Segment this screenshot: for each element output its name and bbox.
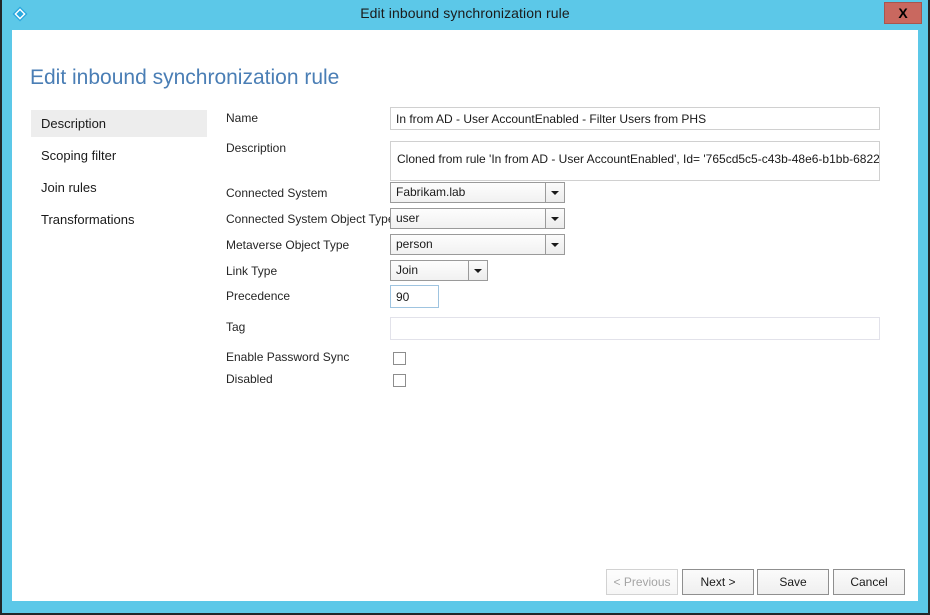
metaverse-object-type-dropdown[interactable]: person (390, 234, 565, 255)
disabled-checkbox[interactable] (393, 374, 406, 387)
cancel-button[interactable]: Cancel (833, 569, 905, 595)
connected-system-value: Fabrikam.lab (396, 185, 466, 199)
chevron-down-icon[interactable] (545, 235, 564, 254)
link-type-dropdown[interactable]: Join (390, 260, 488, 281)
connected-system-dropdown[interactable]: Fabrikam.lab (390, 182, 565, 203)
rule-form: Name Description Cloned from rule 'In fr… (12, 30, 918, 601)
tag-label: Tag (226, 320, 246, 334)
name-input[interactable] (390, 107, 880, 130)
name-label: Name (226, 111, 259, 125)
chevron-down-icon[interactable] (545, 209, 564, 228)
enable-password-sync-label: Enable Password Sync (226, 350, 350, 364)
precedence-input[interactable] (390, 285, 439, 308)
previous-button[interactable]: < Previous (606, 569, 678, 595)
window-title: Edit inbound synchronization rule (360, 5, 570, 21)
disabled-label: Disabled (226, 372, 273, 386)
save-button[interactable]: Save (757, 569, 829, 595)
close-icon[interactable]: X (884, 2, 922, 24)
title-bar: Edit inbound synchronization rule X (2, 0, 928, 28)
dialog-window: Edit inbound synchronization rule X Edit… (0, 0, 930, 615)
metaverse-object-type-label: Metaverse Object Type (226, 238, 350, 252)
connected-system-label: Connected System (226, 186, 328, 200)
link-type-value: Join (396, 263, 419, 277)
precedence-label: Precedence (226, 289, 291, 303)
chevron-down-icon[interactable] (468, 261, 487, 280)
connected-system-object-type-value: user (396, 211, 420, 225)
enable-password-sync-checkbox[interactable] (393, 352, 406, 365)
tag-input[interactable] (390, 317, 880, 340)
link-type-label: Link Type (226, 264, 278, 278)
chevron-down-icon[interactable] (545, 183, 564, 202)
metaverse-object-type-value: person (396, 237, 433, 251)
connected-system-object-type-dropdown[interactable]: user (390, 208, 565, 229)
next-button[interactable]: Next > (682, 569, 754, 595)
connected-system-object-type-label: Connected System Object Type (226, 212, 395, 226)
description-label: Description (226, 141, 287, 155)
dialog-content: Edit inbound synchronization rule Descri… (12, 30, 918, 601)
description-textarea[interactable]: Cloned from rule 'In from AD - User Acco… (390, 141, 880, 181)
